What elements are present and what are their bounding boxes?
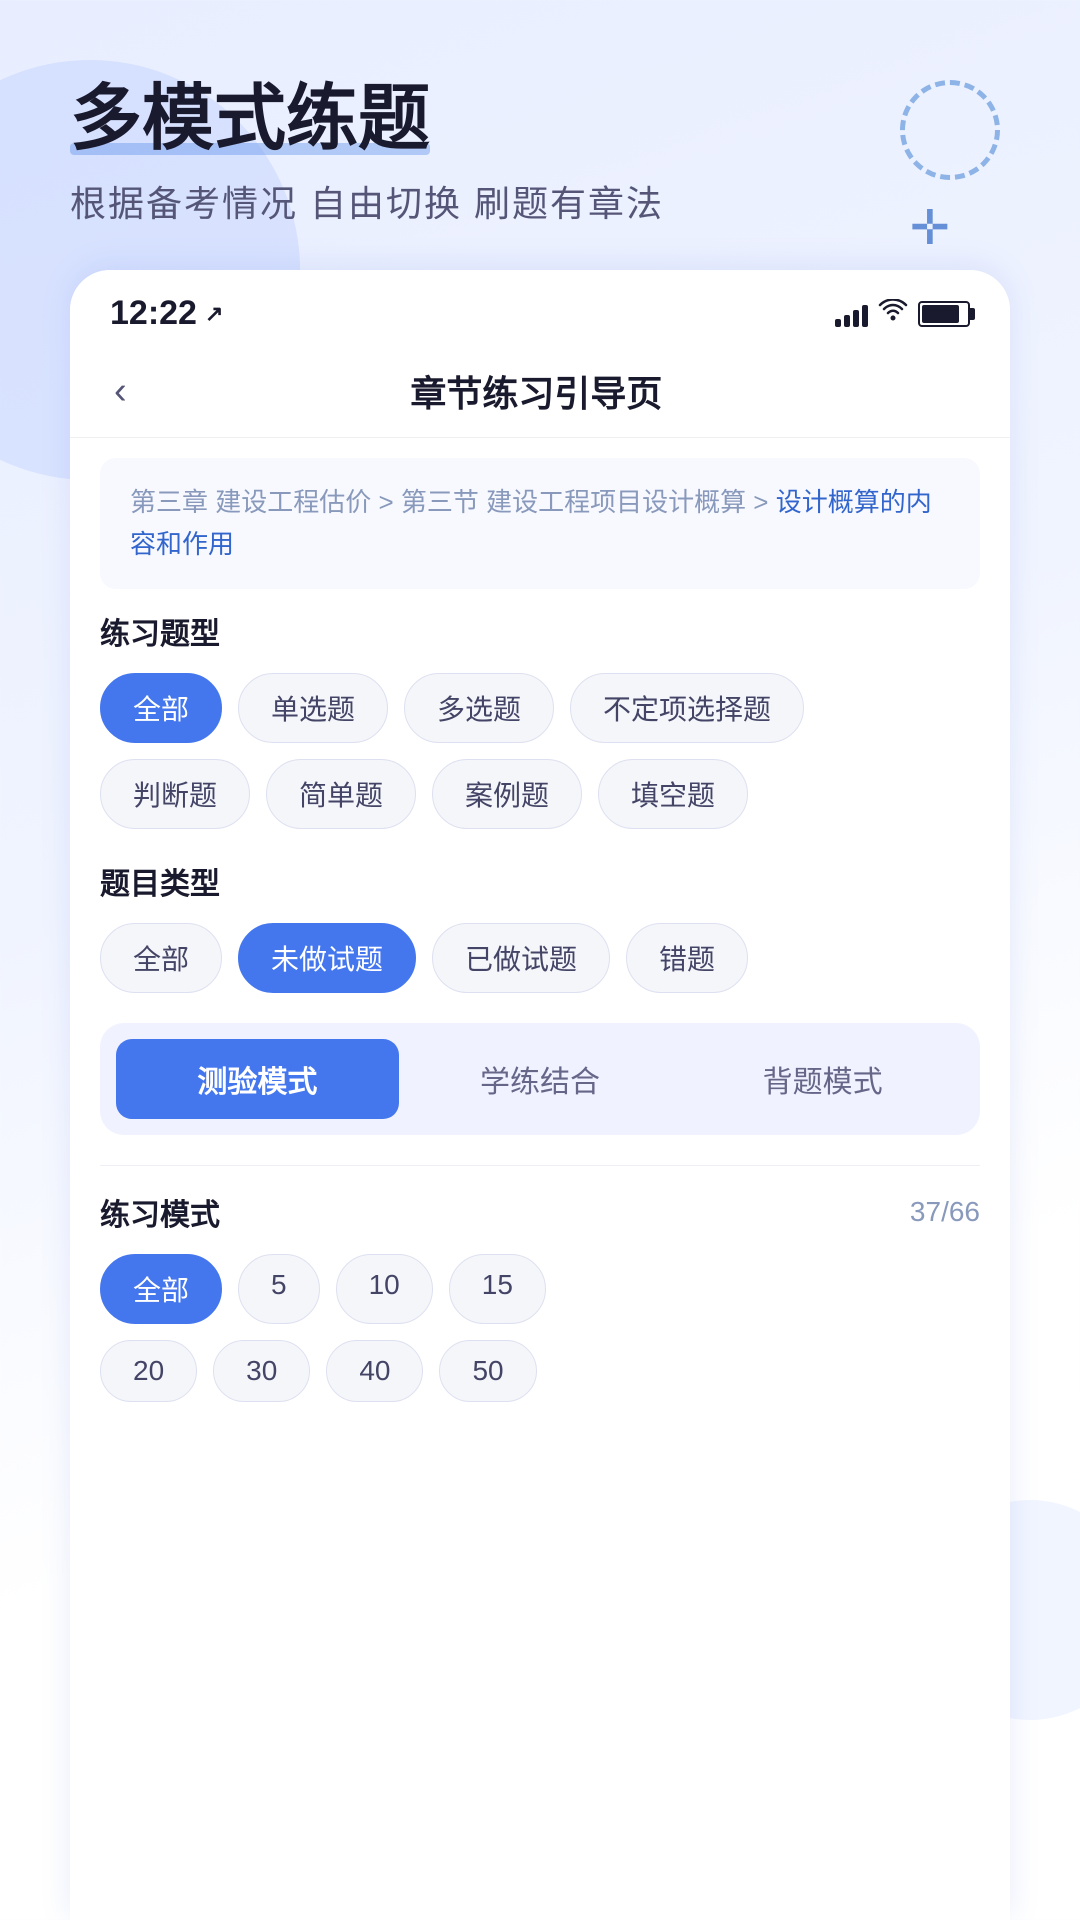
quantity-chips-row2: 20 30 40 50	[100, 1340, 980, 1402]
chip-judgment[interactable]: 判断题	[100, 759, 250, 829]
battery-icon	[918, 301, 970, 327]
chip-wrong[interactable]: 错题	[626, 923, 748, 993]
question-type-title: 练习题型	[100, 609, 980, 653]
question-type-chips-row2: 判断题 简单题 案例题 填空题	[100, 759, 980, 829]
question-category-title: 题目类型	[100, 859, 980, 903]
question-type-section: 练习题型 全部 单选题 多选题 不定项选择题 判断题 简单题 案例题 填空题	[100, 609, 980, 829]
app-subtitle: 根据备考情况 自由切换 刷题有章法	[70, 175, 1010, 227]
chip-quantity-40[interactable]: 40	[326, 1340, 423, 1402]
chip-quantity-20[interactable]: 20	[100, 1340, 197, 1402]
chip-quantity-10[interactable]: 10	[336, 1254, 433, 1324]
page-title: 章节练习引导页	[143, 365, 970, 417]
tab-study-practice[interactable]: 学练结合	[399, 1039, 682, 1119]
chip-simple[interactable]: 简单题	[266, 759, 416, 829]
chip-indefinite-choice[interactable]: 不定项选择题	[570, 673, 804, 743]
status-icons	[835, 298, 970, 330]
chip-quantity-all[interactable]: 全部	[100, 1254, 222, 1324]
practice-header: 练习模式 37/66	[100, 1190, 980, 1234]
breadcrumb: 第三章 建设工程估价 > 第三节 建设工程项目设计概算 > 设计概算的内容和作用	[100, 458, 980, 589]
header-area: 多模式练题 根据备考情况 自由切换 刷题有章法	[0, 0, 1080, 267]
chip-undone[interactable]: 未做试题	[238, 923, 416, 993]
mode-tabs: 测验模式 学练结合 背题模式	[100, 1023, 980, 1135]
chip-quantity-5[interactable]: 5	[238, 1254, 320, 1324]
quantity-chips-row1: 全部 5 10 15	[100, 1254, 980, 1324]
tab-exam-mode[interactable]: 测验模式	[116, 1039, 399, 1119]
tab-memorize-mode[interactable]: 背题模式	[681, 1039, 964, 1119]
status-time: 12:22 ↗	[110, 294, 223, 333]
divider	[100, 1165, 980, 1166]
spacer	[100, 1432, 980, 1552]
wifi-icon	[878, 298, 908, 330]
question-type-chips-row1: 全部 单选题 多选题 不定项选择题	[100, 673, 980, 743]
question-category-section: 题目类型 全部 未做试题 已做试题 错题	[100, 859, 980, 993]
chip-multiple-choice[interactable]: 多选题	[404, 673, 554, 743]
location-icon: ↗	[205, 301, 223, 327]
chip-all-type[interactable]: 全部	[100, 673, 222, 743]
chip-quantity-50[interactable]: 50	[439, 1340, 536, 1402]
practice-count: 37/66	[910, 1196, 980, 1228]
nav-bar: ‹ 章节练习引导页	[70, 349, 1010, 438]
content-area: 练习题型 全部 单选题 多选题 不定项选择题 判断题 简单题 案例题 填空题 题…	[70, 609, 1010, 1920]
chip-quantity-15[interactable]: 15	[449, 1254, 546, 1324]
status-bar: 12:22 ↗	[70, 270, 1010, 349]
chip-case[interactable]: 案例题	[432, 759, 582, 829]
chip-fill-blank[interactable]: 填空题	[598, 759, 748, 829]
practice-mode-title: 练习模式	[100, 1190, 220, 1234]
chip-single-choice[interactable]: 单选题	[238, 673, 388, 743]
phone-container: 12:22 ↗	[70, 270, 1010, 1920]
practice-mode-section: 练习模式 37/66 全部 5 10 15 20 30 40 50	[100, 1190, 980, 1402]
chip-done[interactable]: 已做试题	[432, 923, 610, 993]
question-category-chips: 全部 未做试题 已做试题 错题	[100, 923, 980, 993]
back-button[interactable]: ‹	[110, 366, 143, 417]
signal-icon	[835, 301, 868, 327]
app-title: 多模式练题	[70, 80, 430, 159]
chip-all-category[interactable]: 全部	[100, 923, 222, 993]
chip-quantity-30[interactable]: 30	[213, 1340, 310, 1402]
breadcrumb-text: 第三章 建设工程估价 > 第三节 建设工程项目设计概算 > 设计概算的内容和作用	[130, 482, 950, 565]
